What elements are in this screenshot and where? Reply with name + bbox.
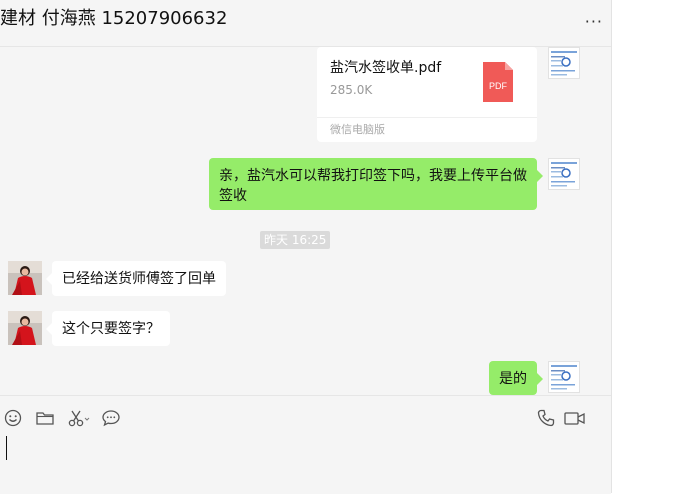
pdf-icon-label: PDF bbox=[489, 81, 508, 91]
contact-message-bubble[interactable]: 已经给送货师傅签了回单 bbox=[46, 261, 226, 296]
chat-bubble-icon[interactable] bbox=[101, 408, 121, 428]
self-avatar[interactable] bbox=[548, 47, 580, 79]
phone-icon[interactable] bbox=[536, 408, 556, 428]
file-source-label: 微信电脑版 bbox=[317, 117, 537, 142]
chat-window: 建材 付海燕 15207906632 ··· 盐汽水签收单.pdf 285.0K… bbox=[0, 0, 612, 494]
emoji-icon[interactable] bbox=[3, 408, 23, 428]
video-icon[interactable] bbox=[563, 408, 587, 428]
chat-header: 建材 付海燕 15207906632 ··· bbox=[0, 0, 611, 47]
scissors-icon[interactable] bbox=[67, 408, 91, 428]
input-area[interactable] bbox=[0, 395, 611, 494]
self-avatar[interactable] bbox=[548, 361, 580, 393]
contact-message-bubble[interactable]: 这个只要签字？ bbox=[46, 311, 170, 346]
contact-avatar[interactable] bbox=[8, 261, 42, 295]
text-cursor bbox=[6, 436, 7, 460]
contact-avatar[interactable] bbox=[8, 311, 42, 345]
self-avatar[interactable] bbox=[548, 158, 580, 190]
self-message-bubble[interactable]: 亲，盐汽水可以帮我打印签下吗，我要上传平台做签收 bbox=[209, 158, 543, 210]
blank-side-panel bbox=[612, 0, 691, 493]
file-name: 盐汽水签收单.pdf bbox=[330, 60, 442, 76]
self-message-bubble[interactable]: 是的 bbox=[489, 361, 543, 395]
message-list[interactable]: 盐汽水签收单.pdf 285.0K PDF 微信电脑版 亲，盐汽水可以帮我打印签… bbox=[0, 47, 611, 395]
more-options-button[interactable]: ··· bbox=[585, 12, 603, 31]
chat-title: 建材 付海燕 15207906632 bbox=[0, 8, 228, 29]
file-size: 285.0K bbox=[330, 83, 373, 97]
folder-icon[interactable] bbox=[35, 408, 55, 428]
pdf-file-icon: PDF bbox=[483, 62, 513, 102]
file-message-card[interactable]: 盐汽水签收单.pdf 285.0K PDF 微信电脑版 bbox=[317, 47, 537, 142]
message-timestamp: 昨天 16:25 bbox=[260, 231, 331, 249]
